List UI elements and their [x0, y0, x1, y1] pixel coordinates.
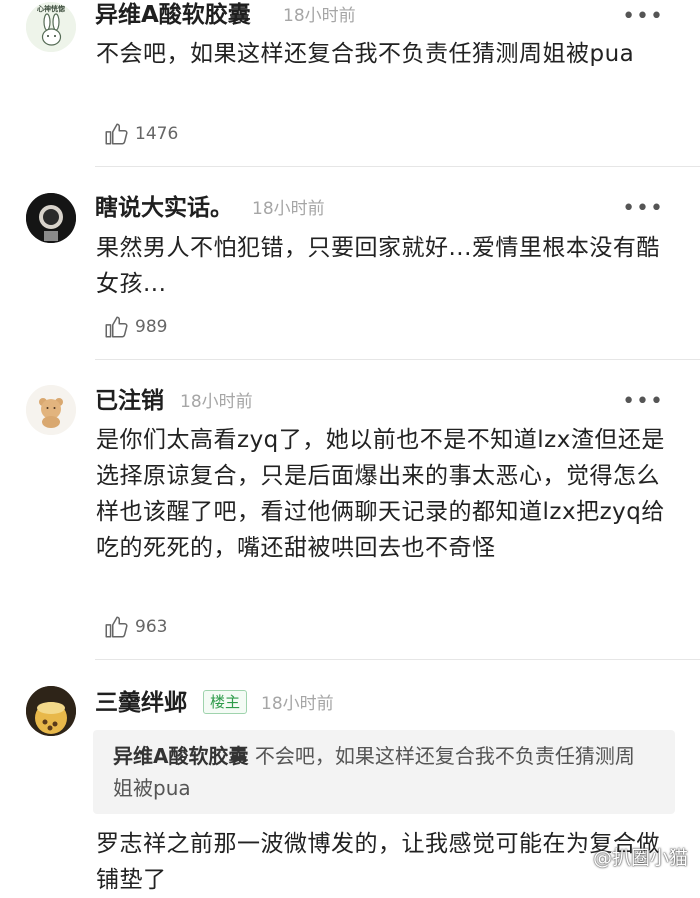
comment-text: 是你们太高看zyq了，她以前也不是不知道lzx渣但还是选择原谅复合，只是后面爆出…	[96, 427, 665, 561]
avatar[interactable]	[26, 385, 76, 435]
more-options-icon[interactable]: •••	[622, 391, 664, 413]
comment-username[interactable]: 三羹绊邺	[95, 688, 187, 718]
quoted-reply-text: 异维A酸软胶囊 不会吧，如果这样还复合我不负责任猜测周姐被pua	[113, 740, 653, 804]
quoted-username[interactable]: 异维A酸软胶囊	[113, 744, 248, 768]
more-options-icon[interactable]: •••	[622, 6, 664, 28]
thumbs-up-icon	[105, 123, 128, 145]
divider	[95, 659, 700, 660]
quoted-reply[interactable]: 异维A酸软胶囊 不会吧，如果这样还复合我不负责任猜测周姐被pua	[93, 730, 675, 814]
weibo-logo-icon	[567, 848, 588, 865]
comment-time: 18小时前	[252, 199, 325, 219]
drink-avatar-icon	[26, 686, 76, 736]
avatar[interactable]	[26, 193, 76, 243]
watermark: @扒圈小猫	[567, 843, 688, 870]
comment-time: 18小时前	[283, 6, 356, 26]
comment-text: 不会吧，如果这样还复合我不负责任猜测周姐被pua	[96, 41, 635, 67]
divider	[95, 166, 700, 167]
comment-text: 果然男人不怕犯错，只要回家就好...爱情里根本没有酷女孩...	[96, 235, 660, 297]
comment-time: 18小时前	[180, 392, 253, 412]
bear-avatar-icon	[26, 385, 76, 435]
watermark-text: @扒圈小猫	[592, 847, 688, 869]
like-button[interactable]: 989	[103, 314, 167, 340]
like-count: 1476	[135, 124, 179, 144]
dark-avatar-icon	[26, 193, 76, 243]
comment-username[interactable]: 异维A酸软胶囊	[95, 0, 251, 30]
comment-username[interactable]: 已注销	[95, 386, 164, 416]
like-count: 989	[135, 317, 168, 337]
like-button[interactable]: 963	[103, 614, 167, 640]
op-badge: 楼主	[203, 690, 248, 714]
avatar[interactable]: 心神恍惚	[26, 2, 76, 52]
thumbs-up-icon	[105, 316, 128, 338]
avatar-caption: 心神恍惚	[37, 5, 65, 13]
divider	[95, 359, 700, 360]
thumbs-up-icon	[105, 616, 128, 638]
avatar[interactable]	[26, 686, 76, 736]
like-count: 963	[135, 617, 168, 637]
comment-time: 18小时前	[261, 694, 334, 714]
comment-username[interactable]: 瞎说大实话。	[95, 193, 233, 223]
like-button[interactable]: 1476	[103, 121, 178, 147]
more-options-icon[interactable]: •••	[622, 198, 664, 220]
